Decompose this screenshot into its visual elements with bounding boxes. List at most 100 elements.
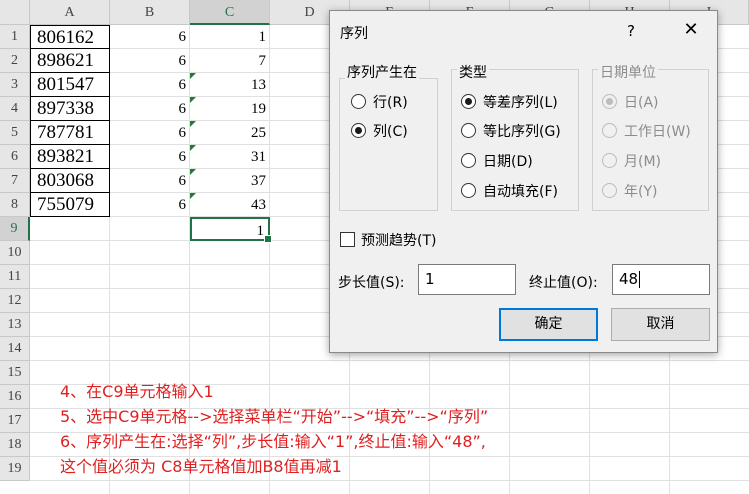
radio-year-label: 年(Y)	[624, 184, 658, 200]
text-cursor	[639, 271, 641, 288]
radio-growth-label: 等比序列(G)	[483, 124, 561, 140]
row-header-5[interactable]: 5	[0, 121, 30, 145]
instruction-step-4: 4、在C9单元格输入1	[60, 382, 214, 401]
fill-handle[interactable]	[264, 235, 272, 243]
cell-c4[interactable]: 19	[190, 97, 270, 121]
gridline-row	[30, 480, 749, 481]
step-value-label: 步长值(S):	[338, 275, 405, 291]
cell-a5[interactable]: 787781	[30, 121, 110, 145]
radio-day-button	[602, 94, 617, 109]
radio-year-button	[602, 183, 617, 198]
cell-c8[interactable]: 43	[190, 193, 270, 217]
cell-b6[interactable]: 6	[110, 145, 190, 169]
series-in-label: 序列产生在	[345, 62, 419, 82]
stop-value-input[interactable]: 48	[612, 264, 710, 295]
cell-a1[interactable]: 806162	[30, 25, 110, 49]
type-label: 类型	[457, 62, 489, 82]
row-header-14[interactable]: 14	[0, 337, 30, 361]
step-value-input[interactable]: 1	[418, 264, 516, 295]
help-icon[interactable]: ?	[627, 22, 635, 40]
row-header-13[interactable]: 13	[0, 313, 30, 337]
cell-a7[interactable]: 803068	[30, 169, 110, 193]
ok-button[interactable]: 确定	[499, 308, 598, 341]
radio-linear-label: 等差序列(L)	[483, 95, 558, 111]
row-header-4[interactable]: 4	[0, 97, 30, 121]
radio-growth-button[interactable]	[461, 123, 476, 138]
cell-c6[interactable]: 31	[190, 145, 270, 169]
close-icon[interactable]: ✕	[679, 18, 703, 42]
cell-c5[interactable]: 25	[190, 121, 270, 145]
cell-b4[interactable]: 6	[110, 97, 190, 121]
row-header-8[interactable]: 8	[0, 193, 30, 217]
row-header-11[interactable]: 11	[0, 265, 30, 289]
error-indicator-icon[interactable]	[190, 193, 196, 199]
trend-checkbox[interactable]	[340, 232, 355, 247]
select-all-corner[interactable]	[0, 0, 30, 25]
error-indicator-icon[interactable]	[190, 169, 196, 175]
cell-c4-value: 19	[251, 101, 266, 117]
row-header-12[interactable]: 12	[0, 289, 30, 313]
radio-month-button	[602, 153, 617, 168]
instruction-step-6: 6、序列产生在:选择“列”,步长值:输入“1”,终止值:输入“48”,	[60, 432, 486, 451]
instruction-step-6-note: 这个值必须为 C8单元格值加B8值再减1	[60, 457, 342, 476]
cell-c1-value: 1	[258, 29, 267, 45]
row-header-6[interactable]: 6	[0, 145, 30, 169]
radio-row-button[interactable]	[351, 94, 366, 109]
radio-linear-button[interactable]	[461, 94, 476, 109]
row-header-3[interactable]: 3	[0, 73, 30, 97]
stop-value-label: 终止值(O):	[529, 275, 598, 291]
radio-date-button[interactable]	[461, 153, 476, 168]
cell-c2[interactable]: 7	[190, 49, 270, 73]
column-header-a[interactable]: A	[30, 0, 110, 25]
date-unit-label: 日期单位	[598, 62, 658, 82]
cell-c5-value: 25	[251, 125, 266, 141]
series-dialog[interactable]: 序列 ? ✕ 序列产生在 行(R) 列(C) 类型 等差序列(L) 等比序列(G…	[329, 10, 718, 353]
cancel-button[interactable]: 取消	[611, 308, 710, 341]
cell-c9-value: 1	[256, 223, 265, 239]
row-header-9[interactable]: 9	[0, 217, 30, 241]
cell-b7[interactable]: 6	[110, 169, 190, 193]
cell-a3[interactable]: 801547	[30, 73, 110, 97]
row-header-16[interactable]: 16	[0, 385, 30, 409]
cell-c3-value: 13	[251, 77, 266, 93]
radio-column-label: 列(C)	[373, 124, 408, 140]
error-indicator-icon[interactable]	[190, 97, 196, 103]
radio-autofill-button[interactable]	[461, 183, 476, 198]
active-cell-c9[interactable]: 1	[190, 217, 272, 243]
row-header-10[interactable]: 10	[0, 241, 30, 265]
cell-b3[interactable]: 6	[110, 73, 190, 97]
column-header-c[interactable]: C	[190, 0, 270, 25]
row-header-17[interactable]: 17	[0, 409, 30, 433]
cell-b5[interactable]: 6	[110, 121, 190, 145]
row-header-15[interactable]: 15	[0, 361, 30, 385]
cell-c3[interactable]: 13	[190, 73, 270, 97]
cell-b8[interactable]: 6	[110, 193, 190, 217]
cell-a6[interactable]: 893821	[30, 145, 110, 169]
radio-date-label: 日期(D)	[483, 154, 533, 170]
row-header-1[interactable]: 1	[0, 25, 30, 49]
cell-a8[interactable]: 755079	[30, 193, 110, 217]
row-header-2[interactable]: 2	[0, 49, 30, 73]
cell-b1[interactable]: 6	[110, 25, 190, 49]
radio-row-label: 行(R)	[373, 95, 408, 111]
error-indicator-icon[interactable]	[190, 145, 196, 151]
cell-b2[interactable]: 6	[110, 49, 190, 73]
error-indicator-icon[interactable]	[190, 121, 196, 127]
column-header-b[interactable]: B	[110, 0, 190, 25]
cell-c1[interactable]: 1	[190, 25, 270, 49]
cell-a4[interactable]: 897338	[30, 97, 110, 121]
trend-label[interactable]: 预测趋势(T)	[361, 230, 436, 250]
cell-c7[interactable]: 37	[190, 169, 270, 193]
radio-column-button[interactable]	[351, 123, 366, 138]
radio-day-label: 日(A)	[624, 95, 659, 111]
cell-c2-value: 7	[258, 53, 267, 69]
row-header-18[interactable]: 18	[0, 433, 30, 457]
radio-weekday-button	[602, 123, 617, 138]
row-header-7[interactable]: 7	[0, 169, 30, 193]
radio-weekday-label: 工作日(W)	[624, 124, 691, 140]
row-header-19[interactable]: 19	[0, 457, 30, 481]
error-indicator-icon[interactable]	[190, 73, 196, 79]
cell-a2[interactable]: 898621	[30, 49, 110, 73]
gridline-row	[30, 360, 749, 361]
cell-c6-value: 31	[251, 149, 266, 165]
